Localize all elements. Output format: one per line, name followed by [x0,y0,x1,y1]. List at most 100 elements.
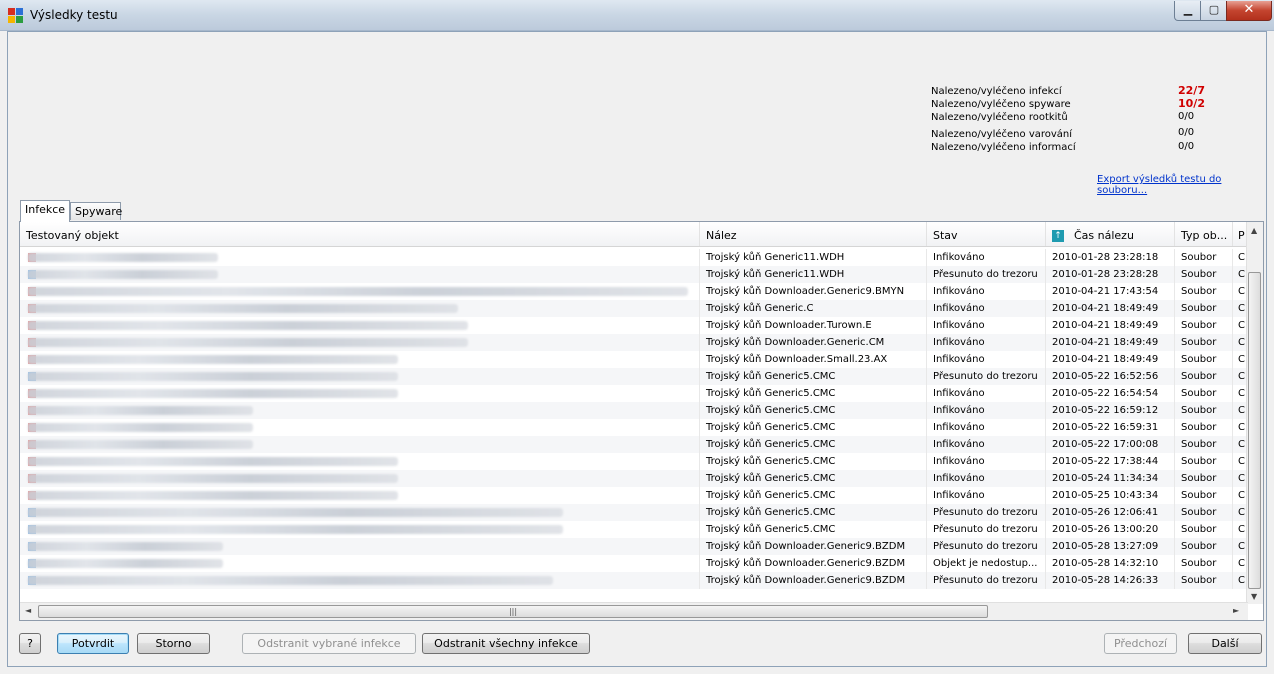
cell-finding: Trojský kůň Downloader.Generic9.BZDM [700,538,927,555]
col-header-status[interactable]: Stav [927,222,1046,246]
cell-type: Soubor [1175,419,1233,436]
cell-type: Soubor [1175,402,1233,419]
cell-object [20,555,700,572]
col-header-finding[interactable]: Nález [700,222,927,246]
next-button[interactable]: Další [1188,633,1262,654]
col-header-object[interactable]: Testovaný objekt [20,222,700,246]
cell-status: Přesunuto do trezoru [927,538,1046,555]
cell-status: Objekt je nedostup... [927,555,1046,572]
cell-time: 2010-05-22 17:00:08 [1046,436,1175,453]
table-row[interactable]: Trojský kůň Generic5.CMC Infikováno 2010-0… [20,453,1248,470]
table-row[interactable]: Trojský kůň Downloader.Generic9.BZDM Přes… [20,572,1248,589]
cell-type: Soubor [1175,470,1233,487]
redacted-path [28,508,563,517]
cell-status: Infikováno [927,419,1046,436]
close-icon: ✕ [1243,2,1255,17]
export-results-link[interactable]: Export výsledků testu do souboru... [1097,174,1274,196]
table-row[interactable]: Trojský kůň Generic5.CMC Infikováno 2010-0… [20,487,1248,504]
stat-spyware-label: Nalezeno/vyléčeno spyware [931,99,1071,110]
vertical-scrollbar[interactable]: ▲ ▼ [1246,222,1263,604]
redacted-path [28,525,563,534]
cell-object [20,283,700,300]
table-row[interactable]: Trojský kůň Generic5.CMC Infikováno 2010-0… [20,385,1248,402]
col-header-time-label: Čas nálezu [1074,229,1134,242]
table-row[interactable]: Trojský kůň Generic11.WDH Přesunuto do tr… [20,266,1248,283]
confirm-button[interactable]: Potvrdit [57,633,129,654]
cell-status: Přesunuto do trezoru [927,504,1046,521]
table-row[interactable]: Trojský kůň Downloader.Generic9.BMYN Infi… [20,283,1248,300]
cell-object [20,266,700,283]
previous-button[interactable]: Předchozí [1104,633,1177,654]
table-row[interactable]: Trojský kůň Generic5.CMC Přesunuto do tre… [20,521,1248,538]
cell-finding: Trojský kůň Downloader.Generic9.BZDM [700,572,927,589]
stat-info-label: Nalezeno/vyléčeno informací [931,142,1076,153]
table-row[interactable]: Trojský kůň Generic5.CMC Infikováno 2010-0… [20,436,1248,453]
horizontal-scroll-thumb[interactable]: ||| [38,605,988,618]
stat-rootkits-label: Nalezeno/vyléčeno rootkitů [931,112,1068,123]
redacted-path [28,372,398,381]
cell-finding: Trojský kůň Generic5.CMC [700,453,927,470]
table-row[interactable]: Trojský kůň Downloader.Turown.E Infikován… [20,317,1248,334]
cell-object [20,419,700,436]
redacted-path [28,440,253,449]
cell-time: 2010-05-22 16:54:54 [1046,385,1175,402]
table-row[interactable]: Trojský kůň Downloader.Generic9.BZDM Obje… [20,555,1248,572]
cell-finding: Trojský kůň Generic5.CMC [700,402,927,419]
cell-finding: Trojský kůň Downloader.Generic9.BZDM [700,555,927,572]
redacted-path [28,474,398,483]
close-button[interactable]: ✕ [1226,1,1272,21]
scroll-left-icon[interactable]: ◄ [25,606,31,615]
cell-type: Soubor [1175,538,1233,555]
horizontal-scrollbar[interactable]: ◄ ||| ► [20,602,1248,620]
table-row[interactable]: Trojský kůň Generic5.CMC Infikováno 2010-0… [20,470,1248,487]
minimize-button[interactable]: ▁ [1174,1,1202,21]
table-row[interactable]: Trojský kůň Generic5.CMC Infikováno 2010-0… [20,419,1248,436]
scroll-up-icon[interactable]: ▲ [1251,226,1257,235]
cell-object [20,436,700,453]
cell-status: Infikováno [927,436,1046,453]
remove-all-button[interactable]: Odstranit všechny infekce [422,633,590,654]
tab-infections[interactable]: Infekce [20,200,70,222]
scroll-right-icon[interactable]: ► [1233,606,1239,615]
stat-warnings-value: 0/0 [1178,127,1195,138]
col-header-time[interactable]: ↑ Čas nálezu [1046,222,1175,246]
table-row[interactable]: Trojský kůň Downloader.Small.23.AX Infiko… [20,351,1248,368]
remove-selected-button[interactable]: Odstranit vybrané infekce [242,633,416,654]
cell-type: Soubor [1175,368,1233,385]
cell-object [20,402,700,419]
tab-spyware[interactable]: Spyware [70,202,122,220]
table-header: Testovaný objekt Nález Stav ↑ Čas nálezu … [20,222,1248,247]
cell-time: 2010-04-21 18:49:49 [1046,317,1175,334]
cell-time: 2010-04-21 18:49:49 [1046,300,1175,317]
table-row[interactable]: Trojský kůň Generic.C Infikováno 2010-04-2… [20,300,1248,317]
cell-time: 2010-05-28 13:27:09 [1046,538,1175,555]
table-row[interactable]: Trojský kůň Generic5.CMC Přesunuto do tre… [20,504,1248,521]
table-row[interactable]: Trojský kůň Generic5.CMC Přesunuto do tre… [20,368,1248,385]
maximize-button[interactable]: ▢ [1200,1,1228,21]
cell-status: Infikováno [927,385,1046,402]
table-row[interactable]: Trojský kůň Downloader.Generic.CM Infikov… [20,334,1248,351]
cell-type: Soubor [1175,317,1233,334]
cell-time: 2010-05-22 17:38:44 [1046,453,1175,470]
cancel-button[interactable]: Storno [137,633,210,654]
vertical-scroll-thumb[interactable] [1248,272,1261,589]
help-button[interactable]: ? [19,633,41,654]
col-header-type[interactable]: Typ ob... [1175,222,1233,246]
redacted-path [28,542,223,551]
title-bar[interactable]: Výsledky testu ▁ ▢ ✕ [0,0,1274,31]
table-row[interactable]: Trojský kůň Generic5.CMC Infikováno 2010-0… [20,402,1248,419]
cell-finding: Trojský kůň Generic11.WDH [700,266,927,283]
cell-object [20,470,700,487]
cell-time: 2010-01-28 23:28:28 [1046,266,1175,283]
cell-object [20,538,700,555]
table-row[interactable]: Trojský kůň Downloader.Generic9.BZDM Přes… [20,538,1248,555]
cell-status: Infikováno [927,470,1046,487]
cell-type: Soubor [1175,572,1233,589]
scroll-down-icon[interactable]: ▼ [1251,592,1257,601]
cell-finding: Trojský kůň Downloader.Small.23.AX [700,351,927,368]
cell-time: 2010-05-28 14:26:33 [1046,572,1175,589]
cell-time: 2010-05-22 16:59:12 [1046,402,1175,419]
cell-type: Soubor [1175,266,1233,283]
table-row[interactable]: Trojský kůň Generic11.WDH Infikováno 2010-… [20,249,1248,266]
results-table[interactable]: Testovaný objekt Nález Stav ↑ Čas nálezu … [19,221,1264,621]
